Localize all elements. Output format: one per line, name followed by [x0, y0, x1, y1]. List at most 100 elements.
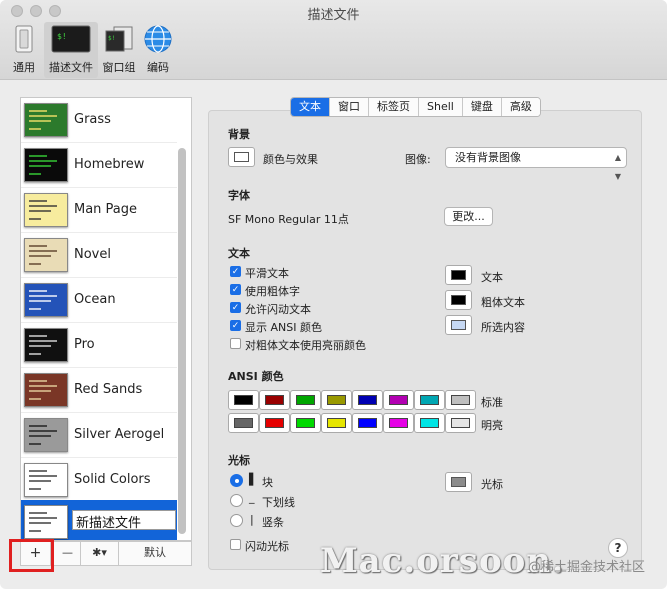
- background-image-value: 没有背景图像: [455, 151, 521, 164]
- tab-advanced[interactable]: 高级: [501, 98, 540, 116]
- ansi-colors-label: 显示 ANSI 颜色: [245, 321, 322, 334]
- smooth-text-checkbox[interactable]: ✓: [230, 266, 241, 277]
- profile-row-ocean[interactable]: Ocean: [21, 278, 177, 323]
- select-arrows-icon: ▲ ▼: [614, 153, 621, 181]
- cursor-underline-radio[interactable]: [230, 494, 243, 507]
- ansi-bright-color-1[interactable]: [259, 413, 290, 433]
- text-color-button[interactable]: [445, 265, 472, 285]
- toolbar-general[interactable]: 通用: [7, 22, 41, 78]
- settings-tabs: 文本 窗口 标签页 Shell 键盘 高级: [290, 97, 541, 117]
- profile-row-novel[interactable]: Novel: [21, 233, 177, 278]
- profile-list-scrollbar[interactable]: [178, 148, 186, 534]
- ansi-bright-color-swatch: [296, 418, 315, 428]
- toolbar-profiles[interactable]: $! 描述文件: [44, 22, 98, 78]
- profile-row-man-page[interactable]: Man Page: [21, 188, 177, 233]
- profile-row-red-sands[interactable]: Red Sands: [21, 368, 177, 413]
- profile-thumbnail: [24, 148, 68, 182]
- blinking-text-checkbox[interactable]: ✓: [230, 302, 241, 313]
- ansi-normal-color-swatch: [327, 395, 346, 405]
- ansi-normal-color-swatch: [296, 395, 315, 405]
- tab-window[interactable]: 窗口: [330, 98, 369, 116]
- background-image-select[interactable]: 没有背景图像 ▲ ▼: [445, 147, 627, 181]
- font-section-title: 字体: [228, 189, 250, 202]
- ansi-bright-color-2[interactable]: [290, 413, 321, 433]
- tab-text[interactable]: 文本: [291, 98, 330, 116]
- ansi-bright-color-4[interactable]: [352, 413, 383, 433]
- profile-thumbnail: [24, 505, 68, 539]
- ansi-normal-color-1[interactable]: [259, 390, 290, 410]
- blink-cursor-checkbox[interactable]: [230, 539, 241, 550]
- profile-row-pro[interactable]: Pro: [21, 323, 177, 368]
- background-section-title: 背景: [228, 128, 250, 141]
- background-color-button[interactable]: [228, 147, 255, 167]
- profile-name: Solid Colors: [74, 472, 151, 487]
- switch-icon: [15, 25, 33, 53]
- tab-tabs[interactable]: 标签页: [369, 98, 419, 116]
- toolbar-encodings[interactable]: 编码: [141, 22, 175, 78]
- ansi-normal-color-0[interactable]: [228, 390, 259, 410]
- change-font-button[interactable]: 更改...: [444, 207, 493, 226]
- cursor-color-label: 光标: [481, 478, 503, 491]
- profile-thumbnail: [24, 373, 68, 407]
- ansi-bright-color-7[interactable]: [445, 413, 476, 433]
- ansi-bright-color-swatch: [358, 418, 377, 428]
- ansi-bright-color-3[interactable]: [321, 413, 352, 433]
- bold-text-color-button[interactable]: [445, 290, 472, 310]
- ansi-normal-color-4[interactable]: [352, 390, 383, 410]
- profile-row-new-profile[interactable]: 新描述文件: [21, 500, 177, 540]
- ansi-normal-color-3[interactable]: [321, 390, 352, 410]
- profile-name: Homebrew: [74, 157, 145, 172]
- toolbar-profiles-label: 描述文件: [49, 61, 93, 74]
- ansi-normal-color-6[interactable]: [414, 390, 445, 410]
- profile-thumbnail: [24, 418, 68, 452]
- ansi-bright-color-swatch: [327, 418, 346, 428]
- background-color-swatch: [234, 152, 249, 162]
- profile-thumbnail: [24, 283, 68, 317]
- image-label: 图像:: [405, 153, 431, 166]
- ansi-bright-color-0[interactable]: [228, 413, 259, 433]
- toolbar-window-groups[interactable]: $! 窗口组: [100, 22, 138, 78]
- profile-name: Man Page: [74, 202, 138, 217]
- ansi-normal-color-swatch: [358, 395, 377, 405]
- cursor-bar-radio[interactable]: [230, 514, 243, 527]
- tab-shell[interactable]: Shell: [419, 98, 463, 116]
- cursor-bar-glyph: |: [250, 513, 254, 526]
- ansi-colors-checkbox[interactable]: ✓: [230, 320, 241, 331]
- toolbar-general-label: 通用: [13, 61, 35, 74]
- gear-menu-button[interactable]: ✱▾: [81, 542, 119, 565]
- bold-fonts-checkbox[interactable]: ✓: [230, 284, 241, 295]
- globe-icon: [144, 25, 172, 53]
- ansi-normal-color-2[interactable]: [290, 390, 321, 410]
- text-color-swatch: [451, 270, 466, 280]
- profile-row-silver-aerogel[interactable]: Silver Aerogel: [21, 413, 177, 458]
- help-button[interactable]: ?: [608, 538, 628, 558]
- profile-row-homebrew[interactable]: Homebrew: [21, 143, 177, 188]
- ansi-bright-color-5[interactable]: [383, 413, 414, 433]
- selection-color-button[interactable]: [445, 315, 472, 335]
- ansi-bright-color-6[interactable]: [414, 413, 445, 433]
- set-default-button[interactable]: 默认: [119, 542, 191, 565]
- remove-profile-button[interactable]: —: [55, 542, 81, 565]
- ansi-normal-color-7[interactable]: [445, 390, 476, 410]
- ansi-normal-color-5[interactable]: [383, 390, 414, 410]
- cursor-block-radio[interactable]: [230, 474, 243, 487]
- profile-thumbnail: [24, 193, 68, 227]
- cursor-color-swatch: [451, 477, 466, 487]
- profile-list[interactable]: Grass Homebrew Man Page Novel Ocean Pro …: [20, 97, 192, 541]
- smooth-text-label: 平滑文本: [245, 267, 289, 280]
- terminal-profile-icon: $!: [51, 25, 91, 53]
- bold-text-color-swatch: [451, 295, 466, 305]
- ansi-bright-color-swatch: [234, 418, 253, 428]
- font-value: SF Mono Regular 11点: [228, 213, 349, 226]
- cursor-color-button[interactable]: [445, 472, 472, 492]
- tab-keyboard[interactable]: 键盘: [462, 98, 502, 116]
- cursor-block-label: 块: [262, 476, 273, 489]
- profile-name-input[interactable]: 新描述文件: [72, 510, 176, 531]
- profile-row-grass[interactable]: Grass: [21, 98, 177, 143]
- profile-thumbnail: [24, 238, 68, 272]
- profile-name: Novel: [74, 247, 111, 262]
- ansi-bright-color-swatch: [389, 418, 408, 428]
- bright-bold-checkbox[interactable]: [230, 338, 241, 349]
- toolbar-encodings-label: 编码: [147, 61, 169, 74]
- profile-row-solid-colors[interactable]: Solid Colors: [21, 458, 177, 503]
